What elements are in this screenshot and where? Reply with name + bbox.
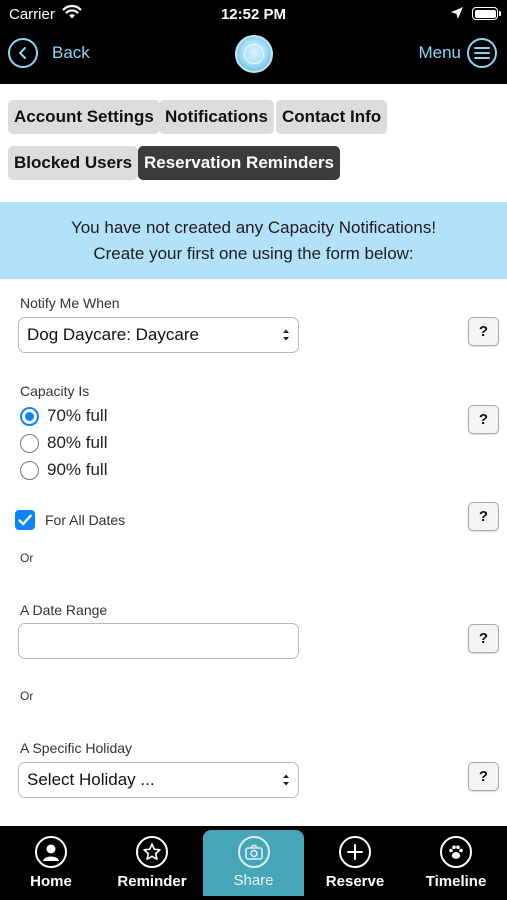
capacity-option-label: 70% full — [47, 406, 108, 425]
date-range-input[interactable] — [18, 623, 299, 659]
tab-notifications[interactable]: Notifications — [159, 100, 274, 134]
paw-icon — [440, 836, 472, 868]
menu-button[interactable]: Menu — [418, 37, 497, 69]
holiday-label: A Specific Holiday — [20, 740, 133, 756]
bottom-tab-bar: Home Reminder Share Reserve Timeline — [0, 826, 507, 900]
capacity-option-70[interactable]: 70% full — [20, 405, 107, 427]
radio-empty-icon — [20, 433, 39, 453]
tab-blocked-users[interactable]: Blocked Users — [8, 146, 139, 180]
select-arrows-icon — [283, 774, 289, 786]
person-icon — [35, 836, 67, 868]
bottom-tab-label: Reminder — [117, 873, 187, 890]
plus-icon — [339, 836, 371, 868]
bottom-tab-reserve[interactable]: Reserve — [305, 826, 405, 900]
or-separator: Or — [20, 551, 34, 565]
all-dates-label: For All Dates — [45, 512, 126, 528]
clock: 12:52 PM — [220, 6, 287, 23]
battery-icon — [472, 7, 501, 20]
chevron-left-icon — [8, 38, 38, 68]
radio-selected-icon — [20, 406, 39, 426]
bottom-tab-label: Reserve — [325, 873, 385, 890]
bottom-tab-reminder[interactable]: Reminder — [102, 826, 202, 900]
back-label: Back — [52, 43, 90, 62]
bottom-tab-timeline[interactable]: Timeline — [406, 826, 506, 900]
banner-line-1: You have not created any Capacity Notifi… — [70, 217, 437, 237]
menu-label: Menu — [418, 43, 461, 62]
capacity-option-90[interactable]: 90% full — [20, 459, 107, 481]
help-button-capacity[interactable]: ? — [468, 405, 499, 434]
tab-account-settings[interactable]: Account Settings — [8, 100, 160, 134]
bottom-tab-home[interactable]: Home — [1, 826, 101, 900]
help-button-notify[interactable]: ? — [468, 317, 499, 346]
capacity-option-label: 90% full — [47, 460, 108, 479]
bottom-tab-label: Timeline — [425, 873, 487, 890]
date-range-label: A Date Range — [20, 602, 108, 618]
info-banner: You have not created any Capacity Notifi… — [0, 202, 507, 279]
hamburger-icon — [467, 38, 497, 68]
help-button-all-dates[interactable]: ? — [468, 502, 499, 531]
app-logo[interactable] — [235, 35, 273, 73]
bottom-tab-share[interactable]: Share — [203, 830, 304, 896]
help-button-holiday[interactable]: ? — [468, 762, 499, 791]
bottom-tab-label: Share — [233, 872, 274, 889]
tab-contact-info[interactable]: Contact Info — [276, 100, 388, 134]
bottom-tab-label: Home — [30, 873, 72, 890]
all-dates-checkbox[interactable]: For All Dates — [15, 509, 125, 531]
star-icon — [136, 836, 168, 868]
radio-empty-icon — [20, 460, 39, 480]
banner-line-2: Create your first one using the form bel… — [93, 243, 414, 263]
status-bar: Carrier 12:52 PM — [0, 0, 507, 28]
capacity-option-label: 80% full — [47, 433, 108, 452]
capacity-option-80[interactable]: 80% full — [20, 432, 107, 454]
select-arrows-icon — [283, 329, 289, 341]
camera-icon — [237, 836, 270, 868]
help-button-date-range[interactable]: ? — [468, 624, 499, 653]
screen: Carrier 12:52 PM Back Menu Account Setti… — [0, 0, 507, 900]
tab-reservation-reminders[interactable]: Reservation Reminders — [138, 146, 340, 180]
back-button[interactable]: Back — [8, 37, 90, 69]
top-bar: Carrier 12:52 PM Back Menu — [0, 0, 507, 84]
capacity-label: Capacity Is — [20, 383, 90, 399]
holiday-select[interactable]: Select Holiday ... — [18, 762, 299, 798]
notify-label: Notify Me When — [20, 295, 120, 311]
notify-select-value: Dog Daycare: Daycare — [27, 325, 199, 344]
checkmark-icon — [15, 510, 35, 530]
or-separator: Or — [20, 689, 34, 703]
holiday-select-value: Select Holiday ... — [27, 770, 155, 789]
notify-select[interactable]: Dog Daycare: Daycare — [18, 317, 299, 353]
location-arrow-icon — [451, 7, 463, 19]
